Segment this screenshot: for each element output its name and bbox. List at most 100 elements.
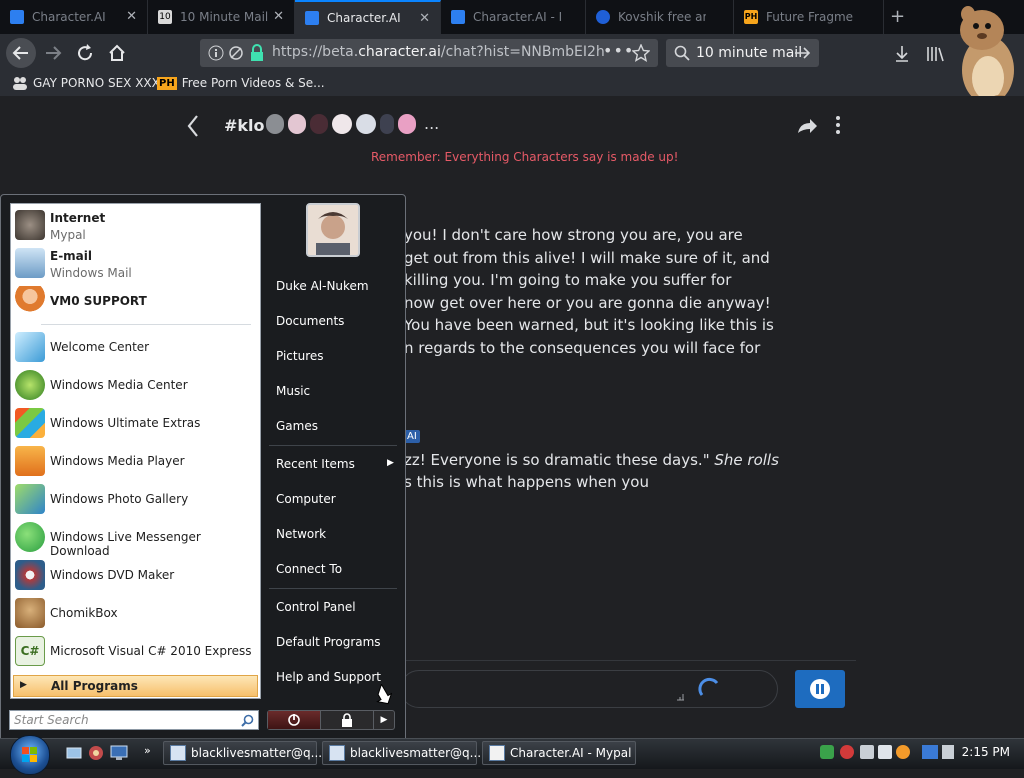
search-query: 10 minute mail — [696, 45, 803, 61]
back-button[interactable] — [6, 38, 36, 68]
windows-logo-icon — [22, 747, 37, 762]
home-icon — [109, 44, 125, 61]
bookmark-item[interactable]: GAY PORNO SEX XXX — [12, 76, 160, 90]
library-icon[interactable] — [925, 44, 945, 64]
tab-strip: Character.AI ✕ 10 10 Minute Mail ✕ Chara… — [0, 0, 1024, 34]
tab-character-ai-1[interactable]: Character.AI ✕ — [0, 0, 148, 34]
recent-visual-csharp[interactable]: C# Microsoft Visual C# 2010 Express — [11, 634, 260, 670]
ph-icon: PH — [744, 10, 758, 24]
computer-quicklaunch-icon[interactable] — [110, 745, 128, 761]
close-icon[interactable]: ✕ — [273, 9, 284, 24]
more-vertical-icon[interactable] — [834, 114, 842, 136]
display-tray-icon[interactable] — [922, 745, 938, 759]
lock-button[interactable] — [321, 711, 374, 729]
user-picture[interactable] — [306, 203, 360, 257]
volume-icon[interactable] — [942, 745, 954, 759]
new-tab-button[interactable]: + — [890, 6, 905, 27]
recent-media-center[interactable]: Windows Media Center — [11, 368, 260, 404]
right-item-help-support[interactable]: Help and Support — [276, 670, 381, 684]
disclaimer-text: Remember: Everything Characters say is m… — [371, 150, 679, 164]
chevron-left-icon[interactable] — [186, 114, 200, 138]
dvd-maker-icon — [15, 560, 45, 590]
taskbar-button-label: Character.AI - Mypal — [510, 746, 632, 760]
network-tray-icon[interactable] — [820, 745, 834, 759]
taskbar-button-mail-2[interactable]: blacklivesmatter@q... — [322, 741, 481, 765]
taskbar-button-mypal[interactable]: Character.AI - Mypal — [482, 741, 636, 765]
page-actions-icon[interactable]: ••• — [603, 41, 634, 60]
recent-welcome-center[interactable]: Welcome Center — [11, 330, 260, 366]
mypal-quicklaunch-icon[interactable] — [88, 745, 104, 761]
resize-grip-icon[interactable] — [675, 691, 685, 701]
info-icon[interactable] — [208, 45, 224, 61]
right-item-control-panel[interactable]: Control Panel — [276, 600, 356, 614]
taskbar-button-mail-1[interactable]: blacklivesmatter@q... — [163, 741, 322, 765]
close-icon[interactable]: ✕ — [419, 11, 430, 26]
close-icon[interactable]: ✕ — [126, 9, 137, 24]
message-input[interactable] — [400, 670, 778, 708]
show-desktop-icon[interactable] — [66, 745, 82, 761]
forward-button[interactable] — [38, 38, 68, 68]
tab-character-ai-active[interactable]: Character.AI ✕ — [295, 0, 441, 34]
right-item-connect-to[interactable]: Connect To — [276, 562, 342, 576]
bookmark-item[interactable]: PH Free Porn Videos & Se... — [157, 76, 325, 90]
search-icon[interactable] — [241, 714, 254, 727]
right-item-default-programs[interactable]: Default Programs — [276, 635, 381, 649]
home-button[interactable] — [102, 38, 132, 68]
bookmark-label: Free Porn Videos & Se... — [181, 76, 325, 90]
chomikbox-icon — [15, 598, 45, 628]
power-button[interactable] — [268, 711, 321, 729]
right-item-computer[interactable]: Computer — [276, 492, 336, 506]
tray-tool-icon[interactable] — [878, 745, 892, 759]
start-search-input[interactable]: Start Search — [9, 710, 259, 730]
address-bar[interactable]: https://beta.character.ai/chat?hist=NNBm… — [200, 39, 658, 67]
right-item-user[interactable]: Duke Al-Nukem — [276, 279, 369, 293]
item-title: VM0 SUPPORT — [50, 294, 147, 308]
start-button[interactable] — [10, 735, 50, 775]
right-item-music[interactable]: Music — [276, 384, 310, 398]
clock[interactable]: 2:15 PM — [962, 745, 1010, 759]
security-alert-icon[interactable] — [840, 745, 854, 759]
recent-media-player[interactable]: Windows Media Player — [11, 444, 260, 480]
search-input[interactable]: 10 minute mail — [666, 39, 819, 67]
message-line: zz! Everyone is so dramatic these days."… — [404, 451, 779, 469]
pinned-vm0-support[interactable]: VM0 SUPPORT — [11, 284, 260, 320]
tab-future-fragments[interactable]: PH Future Fragmen — [734, 0, 884, 34]
message-line: You have been warned, but it's looking l… — [404, 316, 774, 334]
pinned-internet[interactable]: Internet Mypal — [11, 208, 260, 244]
avatar — [380, 114, 394, 134]
right-item-documents[interactable]: Documents — [276, 314, 344, 328]
tab-ten-minute-mail[interactable]: 10 10 Minute Mail ✕ — [148, 0, 295, 34]
recent-dvd-maker[interactable]: Windows DVD Maker — [11, 558, 260, 594]
system-tray — [818, 743, 954, 763]
tracking-protection-icon[interactable] — [228, 45, 246, 61]
url-text[interactable]: https://beta.character.ai/chat?hist=NNBm… — [272, 44, 605, 60]
message-line: now get over here or you are gonna die a… — [404, 294, 771, 312]
recent-ultimate-extras[interactable]: Windows Ultimate Extras — [11, 406, 260, 442]
right-item-network[interactable]: Network — [276, 527, 326, 541]
tab-character-ai-mypal[interactable]: Character.AI - M — [441, 0, 586, 34]
character-ai-icon — [451, 10, 465, 24]
tray-app-icon[interactable] — [860, 745, 874, 759]
recent-photo-gallery[interactable]: Windows Photo Gallery — [11, 482, 260, 518]
tab-kovshik[interactable]: Kovshik free an — [586, 0, 734, 34]
all-programs-button[interactable]: ▶ All Programs — [13, 675, 258, 697]
tray-search-icon[interactable] — [896, 745, 910, 759]
right-item-pictures[interactable]: Pictures — [276, 349, 324, 363]
download-icon[interactable] — [893, 44, 911, 64]
reload-button[interactable] — [70, 38, 100, 68]
recent-chomikbox[interactable]: ChomikBox — [11, 596, 260, 632]
arrow-right-icon — [46, 46, 62, 60]
share-icon[interactable] — [796, 116, 818, 136]
pause-button[interactable] — [795, 670, 845, 708]
shutdown-options-button[interactable]: ▶ — [374, 711, 394, 729]
divider — [404, 660, 856, 661]
bookmark-star-icon[interactable] — [632, 44, 650, 62]
go-arrow-icon[interactable] — [794, 45, 812, 61]
quicklaunch-overflow-icon[interactable]: » — [144, 744, 151, 757]
right-item-games[interactable]: Games — [276, 419, 318, 433]
pinned-email[interactable]: E-mail Windows Mail — [11, 246, 260, 282]
recent-messenger[interactable]: Windows Live Messenger Download — [11, 520, 260, 558]
right-item-recent-items[interactable]: Recent Items — [276, 457, 355, 471]
messenger-icon — [15, 522, 45, 552]
divider — [41, 324, 251, 325]
